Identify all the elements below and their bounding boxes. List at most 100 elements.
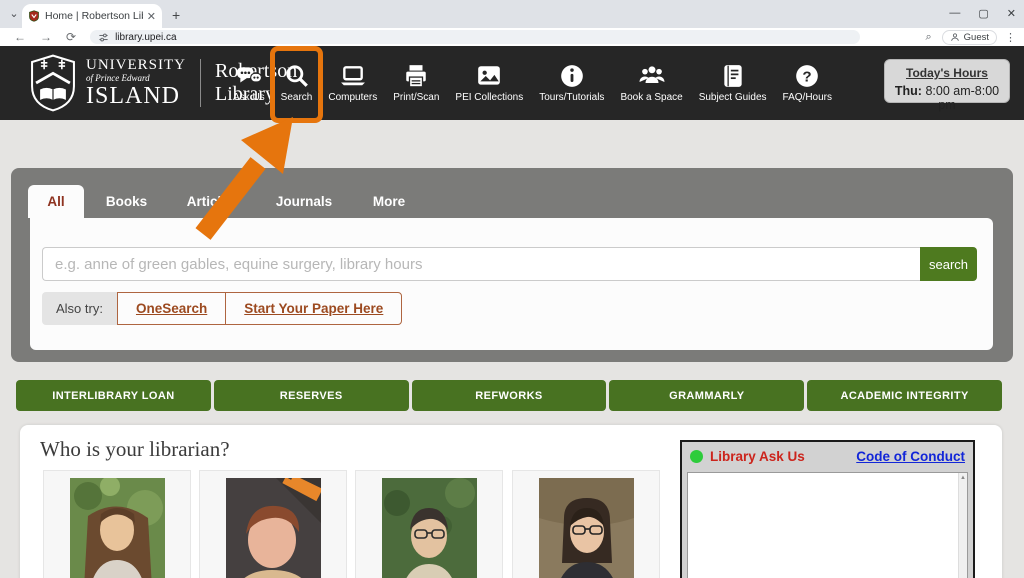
chat-icon: [235, 63, 263, 89]
person-icon: [950, 32, 960, 42]
hours-value: 8:00 am-8:00 pm: [922, 84, 999, 112]
chat-title: Library Ask Us: [710, 449, 805, 464]
browser-tab[interactable]: Home | Robertson Library ✕: [22, 4, 162, 28]
book-icon: [719, 63, 747, 89]
chat-scrollbar[interactable]: ▲: [958, 473, 967, 578]
nav-print-scan[interactable]: Print/Scan: [390, 53, 442, 113]
tab-close-icon[interactable]: ✕: [147, 10, 156, 23]
browser-titlebar: ⌄ Home | Robertson Library ✕ + — ▢ ✕: [0, 0, 1024, 28]
reserves-button[interactable]: RESERVES: [214, 380, 409, 411]
nav-book-a-space[interactable]: Book a Space: [617, 53, 685, 113]
librarian-card[interactable]: [512, 470, 660, 578]
info-icon: [558, 63, 586, 89]
also-try-label: Also try:: [42, 292, 117, 325]
people-icon: [638, 63, 666, 89]
todays-hours-link[interactable]: Today's Hours: [906, 66, 988, 80]
academic-integrity-button[interactable]: ACADEMIC INTEGRITY: [807, 380, 1002, 411]
chat-header: Library Ask Us Code of Conduct: [682, 442, 973, 470]
nav-tours-tutorials[interactable]: Tours/Tutorials: [536, 53, 607, 113]
nav-label: Tours/Tutorials: [539, 92, 604, 103]
nav-label: PEI Collections: [455, 92, 523, 103]
forward-button[interactable]: →: [40, 29, 52, 45]
tab-journals[interactable]: Journals: [254, 185, 354, 218]
hours-time: Thu: 8:00 am-8:00 pm: [885, 84, 1009, 112]
todays-hours-box[interactable]: Today's Hours Thu: 8:00 am-8:00 pm: [884, 59, 1010, 103]
university-line2: of Prince Edward: [86, 74, 186, 83]
url-text: library.upei.ca: [115, 32, 177, 43]
librarian-photo-4: [539, 478, 634, 578]
nav-faq-hours[interactable]: ? FAQ/Hours: [780, 53, 835, 113]
search-icon: [283, 63, 311, 89]
window-minimize-button[interactable]: —: [949, 7, 960, 19]
nav-label: Ask Us: [233, 92, 265, 103]
upei-crest-icon: [28, 54, 78, 112]
nav-label: FAQ/Hours: [783, 92, 832, 103]
university-line3: ISLAND: [86, 84, 186, 108]
logo-divider: [200, 59, 201, 107]
site-settings-icon[interactable]: [98, 32, 109, 43]
main-content-panel: Who is your librarian?: [20, 425, 1002, 578]
reload-button[interactable]: ⟳: [66, 29, 76, 45]
interlibrary-loan-button[interactable]: INTERLIBRARY LOAN: [16, 380, 211, 411]
window-maximize-button[interactable]: ▢: [978, 7, 988, 20]
back-button[interactable]: ←: [14, 29, 26, 45]
tab-articles[interactable]: Articles: [169, 185, 254, 218]
guest-profile-button[interactable]: Guest: [942, 30, 997, 45]
scroll-up-icon[interactable]: ▲: [960, 475, 966, 481]
svg-text:?: ?: [803, 68, 812, 85]
chat-widget: Library Ask Us Code of Conduct ▲: [680, 440, 975, 578]
librarian-card[interactable]: [43, 470, 191, 578]
nav-ask-us[interactable]: Ask Us: [230, 53, 268, 113]
onesearch-link[interactable]: OneSearch: [118, 293, 225, 324]
question-icon: ?: [793, 63, 821, 89]
laptop-icon: [339, 63, 367, 89]
start-your-paper-link[interactable]: Start Your Paper Here: [226, 293, 401, 324]
printer-icon: [402, 63, 430, 89]
librarian-card[interactable]: [199, 470, 347, 578]
search-tabs: All Books Articles Journals More: [28, 185, 424, 218]
chat-messages-area[interactable]: ▲: [687, 472, 968, 578]
code-of-conduct-link[interactable]: Code of Conduct: [856, 449, 965, 464]
nav-label: Book a Space: [620, 92, 682, 103]
tab-title: Home | Robertson Library: [45, 10, 143, 22]
librarian-photo-2: [226, 478, 321, 578]
nav-label: Computers: [328, 92, 377, 103]
librarian-card[interactable]: [355, 470, 503, 578]
grammarly-button[interactable]: GRAMMARLY: [609, 380, 804, 411]
nav-subject-guides[interactable]: Subject Guides: [696, 53, 770, 113]
librarian-photo-1: [70, 478, 165, 578]
tab-all[interactable]: All: [28, 185, 84, 218]
favicon-upei-crest-icon: [28, 10, 40, 22]
tab-books[interactable]: Books: [84, 185, 169, 218]
guest-label: Guest: [964, 32, 989, 43]
tab-search-chevron-icon[interactable]: ⌄: [6, 6, 22, 22]
library-search-input[interactable]: [42, 247, 920, 281]
browser-toolbar: ← → ⟳ library.upei.ca ⌕ Guest ⋮: [0, 28, 1024, 46]
image-icon: [475, 63, 503, 89]
nav-label: Print/Scan: [393, 92, 439, 103]
librarian-photo-3: [382, 478, 477, 578]
url-bar[interactable]: library.upei.ca: [90, 30, 860, 44]
tab-more[interactable]: More: [354, 185, 424, 218]
librarian-heading: Who is your librarian?: [40, 437, 230, 462]
nav-pei-collections[interactable]: PEI Collections: [452, 53, 526, 113]
university-line1: UNIVERSITY: [86, 58, 186, 73]
nav-label: Subject Guides: [699, 92, 767, 103]
nav-computers[interactable]: Computers: [325, 53, 380, 113]
search-submit-button[interactable]: search: [920, 247, 977, 281]
new-tab-button[interactable]: +: [172, 7, 180, 23]
search-panel-body: search Also try: OneSearch Start Your Pa…: [30, 218, 993, 350]
page: ⌄ Home | Robertson Library ✕ + — ▢ ✕ ← →…: [0, 0, 1024, 578]
quick-links-row: INTERLIBRARY LOAN RESERVES REFWORKS GRAM…: [16, 380, 1002, 411]
nav-label: Search: [281, 92, 313, 103]
browser-menu-icon[interactable]: ⋮: [1005, 31, 1016, 44]
window-close-button[interactable]: ✕: [1007, 7, 1016, 20]
online-status-icon: [690, 450, 703, 463]
site-header: UNIVERSITY of Prince Edward ISLAND Rober…: [0, 46, 1024, 120]
refworks-button[interactable]: REFWORKS: [412, 380, 607, 411]
toolbar-magnifier-icon[interactable]: ⌕: [925, 31, 931, 44]
nav-search[interactable]: Search: [278, 53, 316, 113]
hours-day: Thu:: [895, 84, 922, 98]
main-nav: Ask Us Search Computers: [230, 46, 835, 120]
also-try-row: Also try: OneSearch Start Your Paper Her…: [42, 292, 402, 325]
